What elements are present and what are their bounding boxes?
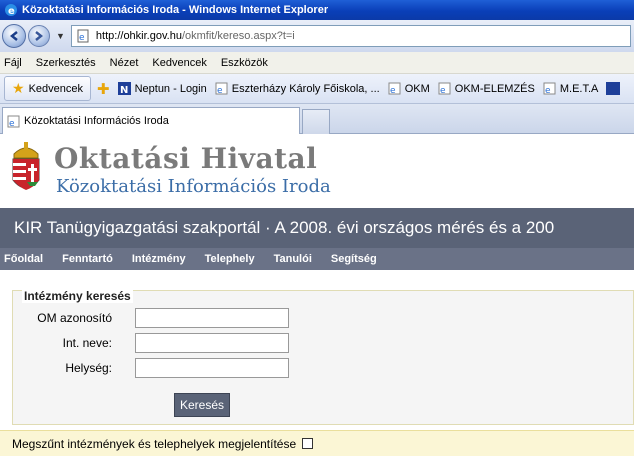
url-host: http://ohkir.gov.hu: [95, 30, 182, 42]
locality-row: Helység:: [12, 358, 312, 378]
org-subtitle: Közoktatási Információs Iroda: [56, 176, 331, 197]
fav-item-meta[interactable]: e M.E.T.A: [543, 82, 598, 95]
back-button[interactable]: [2, 24, 26, 48]
tab-active[interactable]: e Közoktatási Információs Iroda: [2, 107, 300, 134]
institution-name-label: Int. neve:: [62, 336, 112, 350]
window-titlebar: e Közoktatási Információs Iroda - Window…: [0, 0, 634, 20]
favorites-button[interactable]: ★ Kedvencek: [4, 76, 91, 101]
portal-banner: KIR Tanügyigazgatási szakportál · A 2008…: [0, 208, 634, 248]
svg-text:e: e: [390, 86, 396, 95]
ie-logo-icon: e: [5, 4, 17, 17]
fav-item-okm-elemzes[interactable]: e OKM-ELEMZÉS: [438, 82, 535, 95]
tab-strip: e Közoktatási Információs Iroda: [0, 104, 634, 134]
nfo-icon[interactable]: [606, 82, 621, 95]
favorites-bar: ★ Kedvencek ✚ N Neptun - Login e Eszterh…: [0, 74, 634, 104]
ie-page-icon: e: [215, 82, 228, 95]
closed-institutions-label: Megszűnt intézmények és telephelyek megj…: [12, 436, 297, 451]
svg-text:e: e: [9, 119, 15, 128]
svg-text:N: N: [120, 85, 128, 95]
search-button[interactable]: Keresés: [174, 393, 230, 417]
menu-bar: Fájl Szerkesztés Nézet Kedvencek Eszközö…: [0, 52, 634, 74]
address-input[interactable]: e http://ohkir.gov.hu/okmfit/kereso.aspx…: [70, 25, 631, 47]
fav-item-neptun[interactable]: N Neptun - Login: [117, 82, 207, 95]
locality-input[interactable]: [135, 358, 289, 378]
svg-text:e: e: [545, 86, 551, 95]
svg-text:e: e: [79, 33, 85, 43]
menu-edit[interactable]: Szerkesztés: [36, 57, 96, 69]
menu-favorites[interactable]: Kedvencek: [152, 57, 206, 69]
closed-institutions-toggle-row: Megszűnt intézmények és telephelyek megj…: [0, 430, 634, 456]
svg-text:e: e: [217, 86, 223, 95]
add-favorite-icon[interactable]: ✚: [97, 80, 110, 98]
institution-name-row: Int. neve:: [12, 333, 312, 353]
svg-text:e: e: [440, 86, 446, 95]
ie-page-icon: e: [438, 82, 451, 95]
page-content: Oktatási Hivatal Közoktatási Információs…: [0, 134, 634, 461]
closed-institutions-checkbox[interactable]: [302, 438, 314, 449]
main-nav: Főoldal Fenntartó Intézmény Telephely Ta…: [0, 248, 634, 270]
neptun-icon: N: [117, 82, 131, 95]
nav-students[interactable]: Tanulói: [274, 253, 312, 265]
ie-page-icon: e: [7, 115, 20, 128]
nav-help[interactable]: Segítség: [331, 253, 377, 265]
new-tab-button[interactable]: [302, 109, 330, 134]
tab-label: Közoktatási Információs Iroda: [24, 115, 169, 127]
nav-institution[interactable]: Intézmény: [132, 253, 186, 265]
url-path: /okmfit/kereso.aspx?t=i: [181, 30, 295, 42]
org-title: Oktatási Hivatal: [54, 142, 318, 175]
nav-maintainer[interactable]: Fenntartó: [62, 253, 113, 265]
star-icon: ★: [12, 80, 25, 96]
history-dropdown-icon[interactable]: ▼: [56, 31, 65, 41]
nav-site[interactable]: Telephely: [205, 253, 255, 265]
om-id-row: OM azonosító: [12, 308, 312, 328]
institution-name-input[interactable]: [135, 333, 289, 353]
ie-page-icon: e: [388, 82, 401, 95]
ie-page-icon: e: [543, 82, 556, 95]
fav-item-ekf[interactable]: e Eszterházy Károly Főiskola, ...: [215, 82, 380, 95]
om-id-input[interactable]: [135, 308, 289, 328]
svg-text:e: e: [8, 6, 15, 17]
hungarian-coat-of-arms-icon: [12, 142, 40, 190]
site-header: Oktatási Hivatal Közoktatási Információs…: [0, 134, 634, 208]
menu-tools[interactable]: Eszközök: [221, 57, 268, 69]
search-legend: Intézmény keresés: [22, 289, 133, 303]
forward-button[interactable]: [28, 25, 50, 47]
nav-home[interactable]: Főoldal: [4, 253, 43, 265]
forward-arrow-icon: [35, 31, 44, 41]
om-id-label: OM azonosító: [37, 311, 112, 325]
menu-file[interactable]: Fájl: [4, 57, 22, 69]
window-title: Közoktatási Információs Iroda - Windows …: [22, 4, 329, 16]
address-toolbar: ▼ e http://ohkir.gov.hu/okmfit/kereso.as…: [0, 20, 634, 52]
fav-item-okm[interactable]: e OKM: [388, 82, 430, 95]
favorites-label: Kedvencek: [28, 82, 83, 95]
locality-label: Helység:: [65, 361, 112, 375]
page-icon: e: [77, 29, 89, 43]
back-arrow-icon: [9, 31, 18, 41]
menu-view[interactable]: Nézet: [110, 57, 139, 69]
